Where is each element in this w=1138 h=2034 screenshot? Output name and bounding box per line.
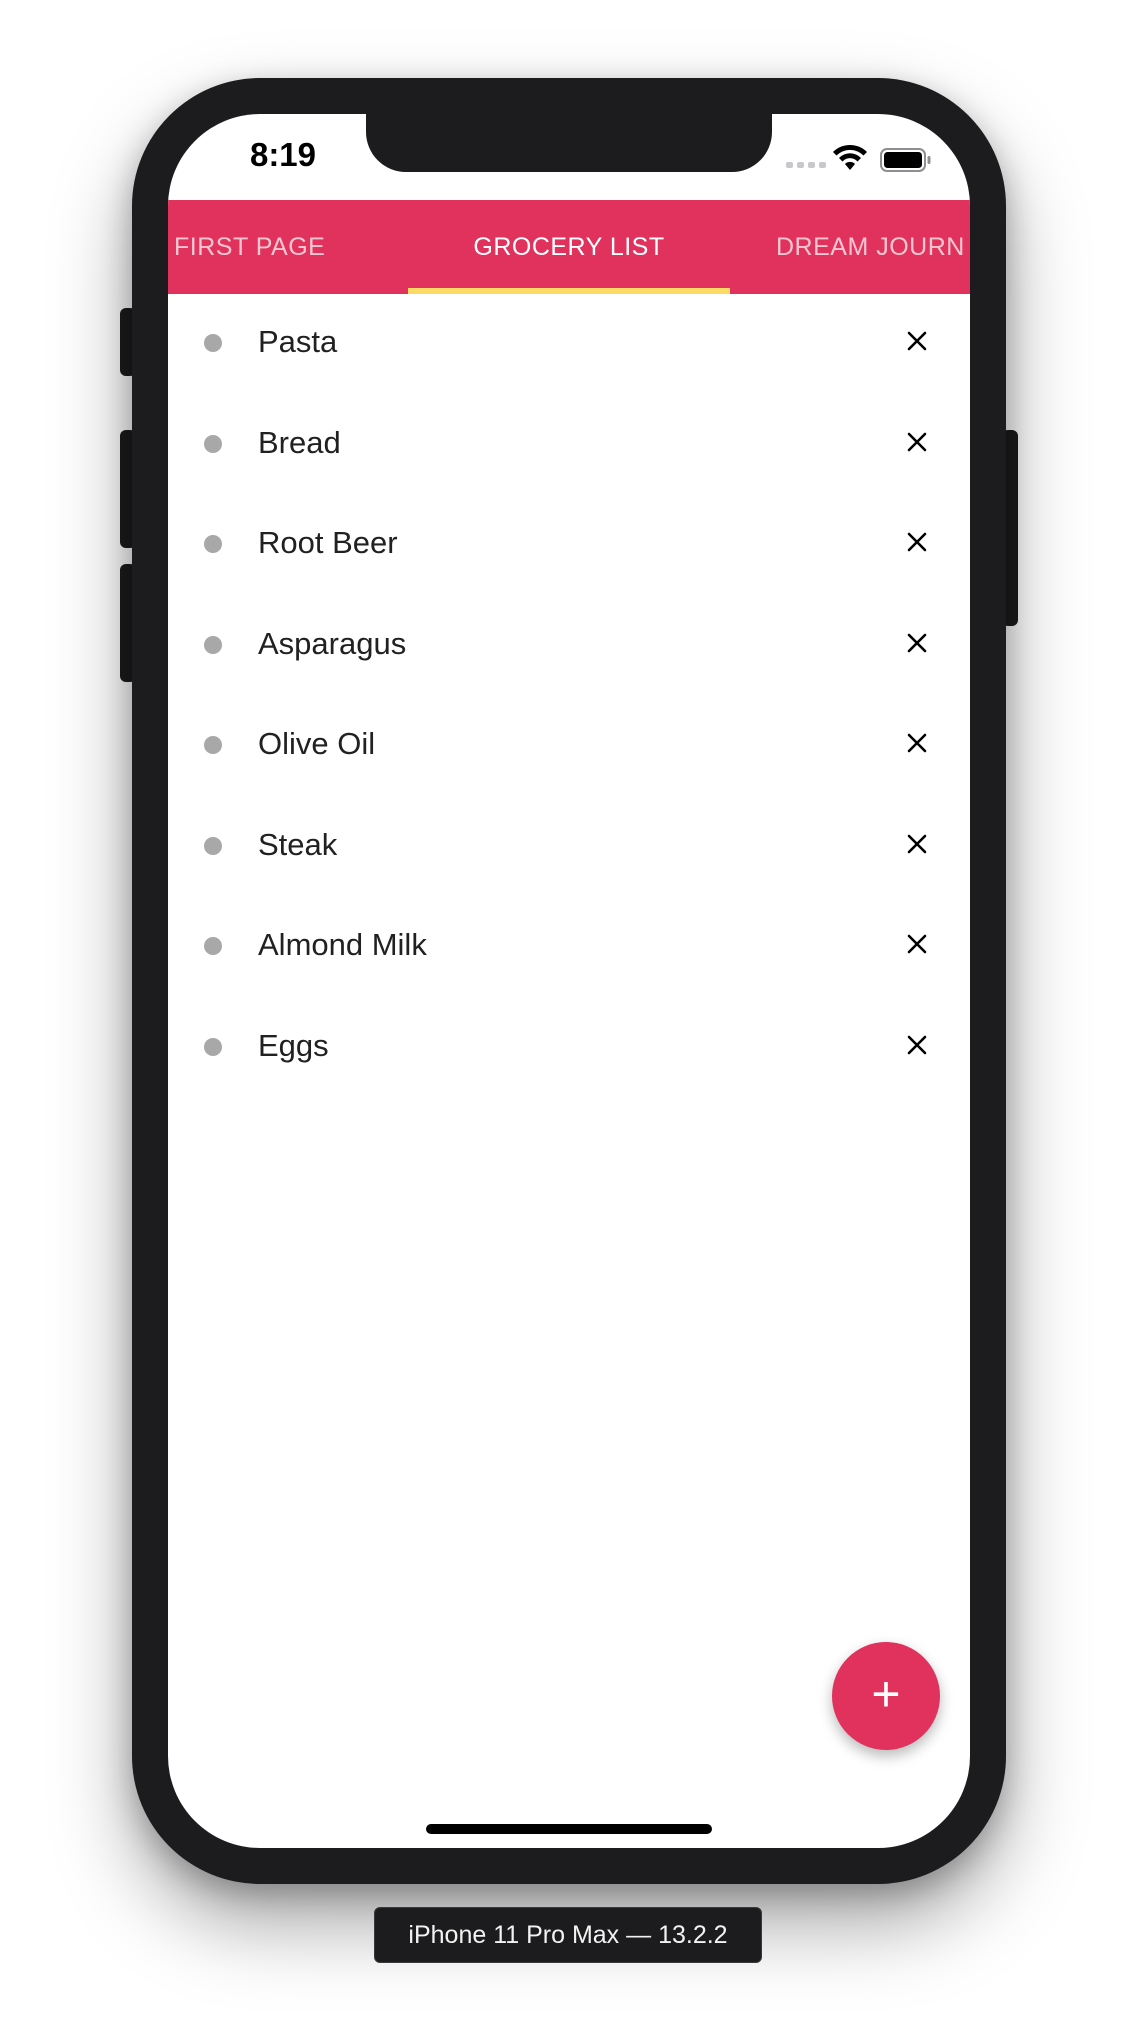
bullet-icon xyxy=(204,334,222,352)
bullet-icon xyxy=(204,535,222,553)
bullet-icon xyxy=(204,836,222,855)
list-item: Almond Milk xyxy=(168,897,970,998)
bullet-icon xyxy=(204,434,222,453)
list-item: Bread xyxy=(168,395,970,496)
close-icon[interactable] xyxy=(902,326,932,356)
bullet-icon xyxy=(204,736,222,754)
close-icon[interactable] xyxy=(902,427,932,457)
close-icon[interactable] xyxy=(902,728,932,758)
app-screen: 8:19 FIRST PAGE GROCERY LIST DREAM JOURN… xyxy=(168,114,970,1848)
item-label: Eggs xyxy=(258,1027,329,1063)
cellular-signal-icon xyxy=(786,162,826,168)
item-label: Steak xyxy=(258,826,338,862)
item-label: Bread xyxy=(258,424,341,460)
wifi-icon xyxy=(833,144,867,170)
list-item: Olive Oil xyxy=(168,696,970,797)
simulator-stage: 8:19 FIRST PAGE GROCERY LIST DREAM JOURN… xyxy=(0,0,1138,2034)
item-label: Pasta xyxy=(258,324,338,359)
close-icon[interactable] xyxy=(902,1030,932,1060)
battery-icon xyxy=(880,148,931,172)
item-label: Asparagus xyxy=(258,625,407,661)
close-icon[interactable] xyxy=(902,628,932,658)
item-label: Root Beer xyxy=(258,525,398,560)
list-item: Eggs xyxy=(168,998,970,1099)
close-icon[interactable] xyxy=(902,929,932,959)
tab-grocery-list[interactable]: GROCERY LIST xyxy=(408,200,730,294)
device-label: iPhone 11 Pro Max — 13.2.2 xyxy=(374,1907,762,1963)
bullet-icon xyxy=(204,1037,222,1056)
list-item: Root Beer xyxy=(168,495,970,596)
add-item-button[interactable]: + xyxy=(832,1642,940,1750)
tab-dream-journal[interactable]: DREAM JOURN xyxy=(776,200,965,294)
close-icon[interactable] xyxy=(902,527,932,557)
list-item: Asparagus xyxy=(168,596,970,697)
status-time: 8:19 xyxy=(249,136,317,173)
list-item: Pasta xyxy=(168,294,970,395)
bullet-icon xyxy=(204,635,222,654)
bullet-icon xyxy=(204,937,222,955)
close-icon[interactable] xyxy=(902,829,932,859)
grocery-list: Pasta Bread Root Beer Asparagus Olive Oi xyxy=(168,294,970,1098)
item-label: Olive Oil xyxy=(258,726,376,761)
home-indicator[interactable] xyxy=(426,1824,712,1834)
tab-bar: FIRST PAGE GROCERY LIST DREAM JOURN xyxy=(168,200,970,294)
item-label: Almond Milk xyxy=(258,927,427,962)
notch xyxy=(366,114,772,172)
tab-first-page[interactable]: FIRST PAGE xyxy=(174,200,325,294)
list-item: Steak xyxy=(168,797,970,898)
